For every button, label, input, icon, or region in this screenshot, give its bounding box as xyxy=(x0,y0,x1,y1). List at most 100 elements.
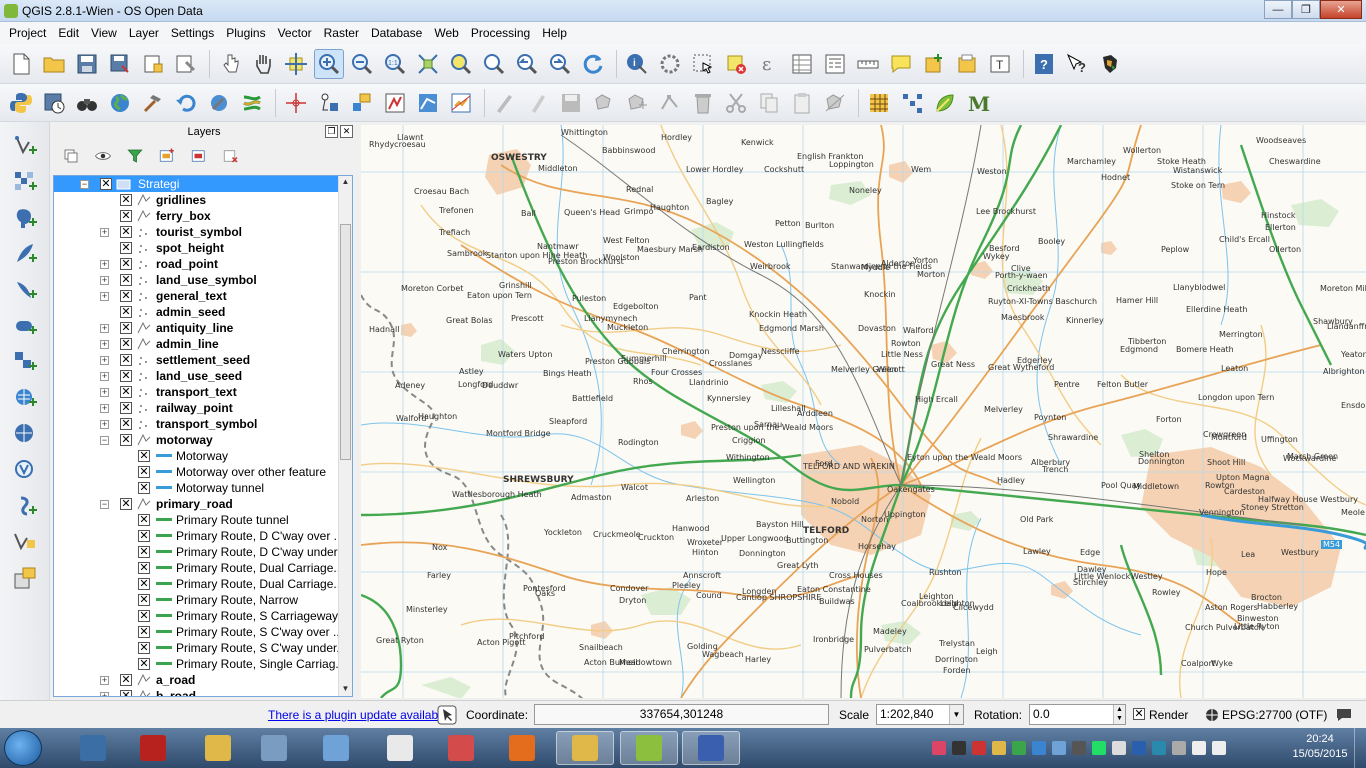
new-spatialite-icon[interactable] xyxy=(8,562,42,594)
layer-visibility-checkbox[interactable]: ✕ xyxy=(120,226,132,238)
collapse-icon[interactable]: − xyxy=(80,180,89,189)
save-project-icon[interactable] xyxy=(72,49,102,79)
start-button[interactable] xyxy=(4,730,42,766)
layer-visibility-checkbox[interactable]: ✕ xyxy=(120,210,132,222)
whats-this-icon[interactable]: ? xyxy=(1062,49,1092,79)
scroll-thumb[interactable] xyxy=(340,224,351,460)
legend-class-row[interactable]: ✕ Motorway xyxy=(54,448,352,464)
menu-project[interactable]: Project xyxy=(3,22,52,44)
maximize-button[interactable]: ❐ xyxy=(1292,0,1320,19)
deselect-icon[interactable] xyxy=(721,49,751,79)
class-visibility-checkbox[interactable]: ✕ xyxy=(138,562,150,574)
add-delimited-text-icon[interactable] xyxy=(8,490,42,522)
add-oracle-layer-icon[interactable] xyxy=(8,310,42,342)
layer-visibility-checkbox[interactable]: ✕ xyxy=(120,338,132,350)
coordinate-capture-icon[interactable] xyxy=(347,88,377,118)
layer-row[interactable]: + ✕ railway_point xyxy=(54,400,352,416)
db-manager-icon[interactable] xyxy=(39,88,69,118)
zoom-last-icon[interactable] xyxy=(512,49,542,79)
scale-combobox[interactable]: 1:202,840 ▼ xyxy=(876,704,964,725)
menu-web[interactable]: Web xyxy=(428,22,464,44)
layer-visibility-checkbox[interactable]: ✕ xyxy=(120,194,132,206)
remove-layer-icon[interactable] xyxy=(219,144,243,168)
layer-visibility-checkbox[interactable]: ✕ xyxy=(120,370,132,382)
layer-visibility-checkbox[interactable]: ✕ xyxy=(120,434,132,446)
taskbar-qgis[interactable] xyxy=(620,731,678,765)
add-mssql-layer-icon[interactable] xyxy=(8,274,42,306)
scroll-down-arrow-icon[interactable]: ▼ xyxy=(340,683,351,695)
layer-visibility-checkbox[interactable]: ✕ xyxy=(120,386,132,398)
tray-app-icon[interactable] xyxy=(1092,741,1106,755)
georeferencer-icon[interactable] xyxy=(380,88,410,118)
add-spatialite-layer-icon[interactable] xyxy=(8,238,42,270)
expand-icon[interactable]: + xyxy=(100,692,109,696)
dropbox-icon[interactable] xyxy=(1032,741,1046,755)
layer-visibility-checkbox[interactable]: ✕ xyxy=(120,354,132,366)
save-as-icon[interactable] xyxy=(105,49,135,79)
layer-tree[interactable]: − ✕ Strategi ✕ gridlines ✕ ferry_box + ✕ tourist_… xyxy=(53,175,353,697)
layer-visibility-checkbox[interactable]: ✕ xyxy=(120,402,132,414)
class-visibility-checkbox[interactable]: ✕ xyxy=(138,466,150,478)
layer-row[interactable]: + ✕ b_road xyxy=(54,688,352,696)
layer-row[interactable]: ✕ gridlines xyxy=(54,192,352,208)
menu-processing[interactable]: Processing xyxy=(465,22,536,44)
taskbar-firefox[interactable] xyxy=(493,731,551,765)
taskbar-spreadsheet[interactable] xyxy=(371,731,429,765)
globe-icon[interactable] xyxy=(105,88,135,118)
tray-app-icon[interactable] xyxy=(952,741,966,755)
layer-row[interactable]: + ✕ road_point xyxy=(54,256,352,272)
tray-app-icon[interactable] xyxy=(1112,741,1126,755)
bluetooth-icon[interactable] xyxy=(1132,741,1146,755)
close-button[interactable]: ✕ xyxy=(1320,0,1362,19)
gps-tracking-icon[interactable] xyxy=(314,88,344,118)
expand-all-icon[interactable] xyxy=(59,144,83,168)
tray-app-icon[interactable] xyxy=(1072,741,1086,755)
class-visibility-checkbox[interactable]: ✕ xyxy=(138,514,150,526)
composer-manager-icon[interactable] xyxy=(171,49,201,79)
layer-row[interactable]: ✕ ferry_box xyxy=(54,208,352,224)
python-console-icon[interactable] xyxy=(6,88,36,118)
menu-settings[interactable]: Settings xyxy=(165,22,220,44)
legend-class-row[interactable]: ✕ Primary Route, Dual Carriage... xyxy=(54,576,352,592)
undo-arrow-icon[interactable] xyxy=(171,88,201,118)
new-project-icon[interactable] xyxy=(6,49,36,79)
heatmap-plugin-icon[interactable] xyxy=(446,88,476,118)
layer-visibility-checkbox[interactable]: ✕ xyxy=(120,306,132,318)
processing-toolbox-icon[interactable] xyxy=(237,88,267,118)
class-visibility-checkbox[interactable]: ✕ xyxy=(138,658,150,670)
zoom-to-selection-icon[interactable] xyxy=(446,49,476,79)
new-print-composer-icon[interactable] xyxy=(138,49,168,79)
coordinate-field[interactable]: 337654,301248 xyxy=(534,704,829,725)
taskbar-firefox-like-app[interactable] xyxy=(64,731,122,765)
float-panel-button[interactable]: ❐ xyxy=(325,125,338,138)
mmqgis-plugin-icon[interactable]: M xyxy=(963,88,993,118)
geology-hammer-icon[interactable] xyxy=(138,88,168,118)
layer-row[interactable]: + ✕ settlement_seed xyxy=(54,352,352,368)
class-visibility-checkbox[interactable]: ✕ xyxy=(138,594,150,606)
add-virtual-layer-icon[interactable] xyxy=(8,454,42,486)
select-features-icon[interactable] xyxy=(688,49,718,79)
add-wcs-layer-icon[interactable] xyxy=(8,382,42,414)
measure-line-icon[interactable] xyxy=(853,49,883,79)
legend-class-row[interactable]: ✕ Primary Route, S C'way under... xyxy=(54,640,352,656)
map-tips-icon[interactable] xyxy=(886,49,916,79)
rotation-spinbox[interactable]: 0.0 ▲ ▼ xyxy=(1029,704,1126,725)
expand-icon[interactable]: + xyxy=(100,324,109,333)
legend-class-row[interactable]: ✕ Primary Route, Narrow xyxy=(54,592,352,608)
layer-visibility-checkbox[interactable]: ✕ xyxy=(100,178,112,190)
expand-icon[interactable]: + xyxy=(100,372,109,381)
layer-visibility-checkbox[interactable]: ✕ xyxy=(120,290,132,302)
add-wfs-layer-icon[interactable] xyxy=(8,418,42,450)
expand-icon[interactable]: + xyxy=(100,356,109,365)
expand-icon[interactable]: + xyxy=(100,420,109,429)
layer-row[interactable]: + ✕ transport_text xyxy=(54,384,352,400)
tray-app-icon[interactable] xyxy=(1172,741,1186,755)
expression-select-icon[interactable]: ε xyxy=(754,49,784,79)
tray-app-icon[interactable] xyxy=(932,741,946,755)
legend-class-row[interactable]: ✕ Primary Route, D C'way over ... xyxy=(54,528,352,544)
class-visibility-checkbox[interactable]: ✕ xyxy=(138,546,150,558)
zoom-native-icon[interactable]: 1:1 xyxy=(380,49,410,79)
help-contents-icon[interactable]: ? xyxy=(1029,49,1059,79)
add-postgis-layer-icon[interactable] xyxy=(8,202,42,234)
taskbar-notepad[interactable] xyxy=(307,731,365,765)
